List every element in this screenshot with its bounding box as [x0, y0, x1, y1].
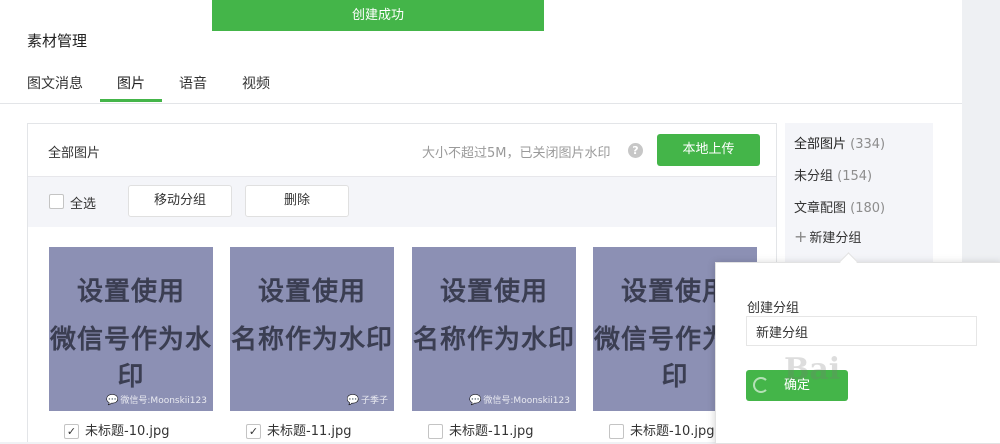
thumbnail-text-line1: 设置使用 — [257, 277, 366, 307]
watermark-text: 子季子 — [360, 396, 388, 406]
select-all-label: 全选 — [70, 197, 97, 212]
thumbnail-text-line1: 设置使用 — [439, 277, 548, 307]
page-title: 素材管理 — [27, 32, 88, 50]
thumbnail-text-line2: 微信号作为水印 — [49, 325, 212, 392]
image-checkbox[interactable]: ✓ — [246, 424, 261, 439]
image-caption: ✓ 未标题-11.jpg — [246, 420, 351, 439]
wechat-icon: 💬 — [468, 395, 482, 406]
success-toast: 创建成功 — [212, 0, 544, 31]
active-tab-indicator — [100, 99, 162, 102]
sidebar-item-article-images[interactable]: 文章配图 (180) — [794, 197, 885, 216]
image-watermark: 💬 微信号:Moonskii123 — [106, 393, 207, 406]
sidebar-item-count: (180) — [850, 201, 886, 216]
image-filename: 未标题-11.jpg — [267, 424, 352, 439]
watermark-text: 微信号:Moonskii123 — [483, 396, 570, 406]
sidebar-item-label: 全部图片 — [794, 137, 847, 152]
image-thumbnail[interactable]: 设置使用 名称作为水印 💬 子季子 — [230, 247, 394, 411]
help-circle-icon[interactable]: ? — [628, 143, 643, 158]
image-checkbox[interactable] — [609, 424, 624, 439]
create-group-popover: 创建分组 确定 — [715, 262, 1000, 444]
local-upload-button[interactable]: 本地上传 — [657, 134, 760, 166]
tab-news[interactable]: 图文消息 — [27, 73, 83, 103]
thumbnail-text-line1: 设置使用 — [76, 277, 185, 307]
image-filename: 未标题-10.jpg — [85, 424, 170, 439]
thumbnail-text-line2: 名称作为水印 — [230, 325, 393, 355]
image-watermark: 💬 微信号:Moonskii123 — [469, 393, 570, 406]
new-group-label: 新建分组 — [809, 231, 862, 246]
panel-header: 全部图片 大小不超过5M，已关闭图片水印 ? 本地上传 — [28, 124, 776, 177]
image-checkbox[interactable]: ✓ — [64, 424, 79, 439]
image-checkbox[interactable] — [428, 424, 443, 439]
baidu-watermark-logo: Bai — [784, 352, 841, 387]
watermark-text: 微信号:Moonskii123 — [120, 396, 207, 406]
image-toolbar: 全选 移动分组 删除 — [28, 177, 776, 227]
image-watermark: 💬 子季子 — [347, 393, 388, 406]
new-group-link[interactable]: + 新建分组 — [794, 227, 861, 246]
group-name-input[interactable] — [746, 316, 977, 346]
image-library-panel: 全部图片 大小不超过5M，已关闭图片水印 ? 本地上传 全选 移动分组 删除 设… — [27, 123, 777, 442]
image-caption: 未标题-10.jpg — [609, 420, 714, 439]
image-thumbnail[interactable]: 设置使用 名称作为水印 💬 微信号:Moonskii123 — [412, 247, 576, 411]
image-thumbnail[interactable]: 设置使用 微信号作为水印 💬 微信号:Moonskii123 — [49, 247, 213, 411]
move-group-button[interactable]: 移动分组 — [128, 185, 232, 217]
tab-video[interactable]: 视频 — [242, 73, 270, 103]
wechat-icon: 💬 — [346, 395, 359, 406]
image-filename: 未标题-11.jpg — [449, 424, 534, 439]
sidebar-item-label: 文章配图 — [794, 201, 847, 216]
tab-voice[interactable]: 语音 — [179, 73, 207, 103]
delete-button[interactable]: 删除 — [245, 185, 349, 217]
plus-icon: + — [794, 227, 808, 246]
thumbnail-text-line2: 名称作为水印 — [412, 325, 575, 355]
sidebar-item-count: (334) — [850, 137, 886, 152]
sidebar-item-label: 未分组 — [794, 169, 834, 184]
loading-spinner-icon — [753, 377, 769, 393]
sidebar-item-all-images[interactable]: 全部图片 (334) — [794, 133, 885, 152]
select-all-checkbox[interactable] — [49, 194, 64, 209]
image-filename: 未标题-10.jpg — [630, 424, 715, 439]
panel-title: 全部图片 — [48, 146, 101, 161]
image-caption: 未标题-11.jpg — [428, 420, 533, 439]
create-group-label: 创建分组 — [747, 301, 800, 316]
wechat-icon: 💬 — [105, 395, 119, 406]
image-caption: ✓ 未标题-10.jpg — [64, 420, 169, 439]
upload-hint: 大小不超过5M，已关闭图片水印 — [422, 146, 611, 161]
sidebar-item-ungrouped[interactable]: 未分组 (154) — [794, 165, 872, 184]
group-sidebar: 全部图片 (334) 未分组 (154) 文章配图 (180) + 新建分组 — [785, 123, 933, 263]
sidebar-item-count: (154) — [837, 169, 873, 184]
